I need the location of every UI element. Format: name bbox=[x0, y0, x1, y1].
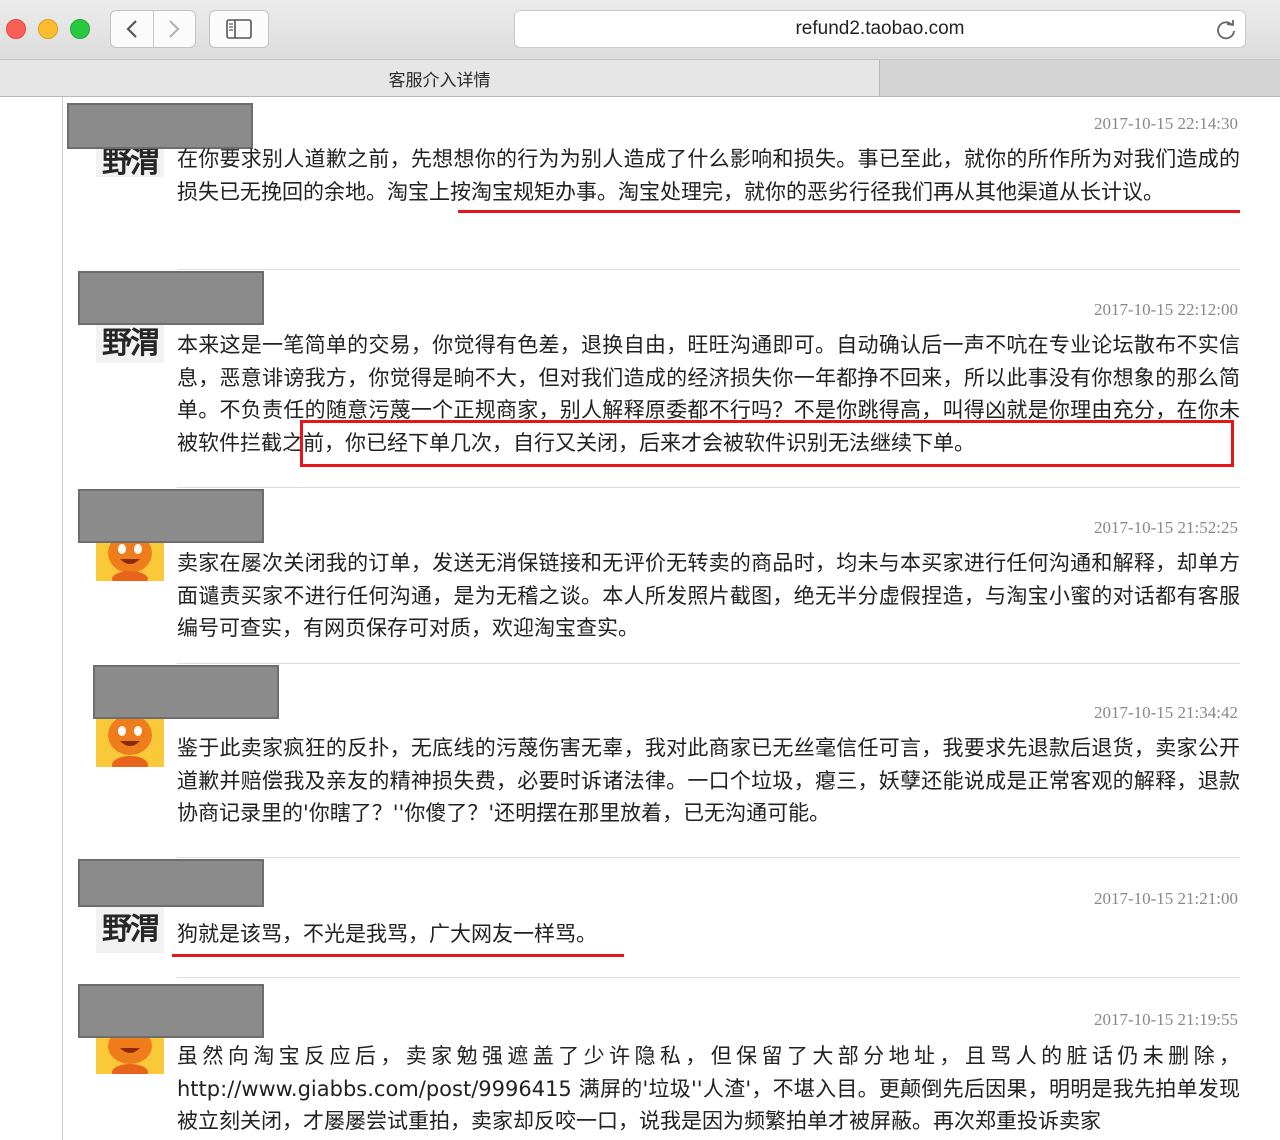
message-text: 鉴于此卖家疯狂的反扑，无底线的污蔑伤害无辜，我对此商家已无丝毫信任可言，我要求先… bbox=[177, 736, 1240, 825]
redacted-username bbox=[78, 984, 264, 1038]
message-text: 卖家在屡次关闭我的订单，发送无消保链接和无评价无转卖的商品时，均未与本买家进行任… bbox=[177, 551, 1240, 640]
cartoon-avatar bbox=[96, 719, 164, 767]
red-box-annotation bbox=[300, 420, 1234, 467]
seal-avatar: 野渭 bbox=[96, 907, 164, 953]
message-divider bbox=[177, 663, 1240, 664]
seal-avatar-glyph: 野渭 bbox=[102, 326, 160, 361]
cartoon-avatar bbox=[96, 1038, 164, 1074]
tab-title: 客服介入详情 bbox=[388, 70, 491, 91]
message-timestamp: 2017-10-15 22:14:30 bbox=[1093, 114, 1238, 133]
message-timestamp: 2017-10-15 22:12:00 bbox=[1093, 300, 1238, 319]
redacted-username bbox=[78, 489, 264, 543]
tab-refund-detail[interactable]: 客服介入详情 bbox=[0, 60, 880, 96]
message-text: 狗就是该骂，不光是我骂，广大网友一样骂。 bbox=[177, 922, 597, 946]
seal-avatar: 野渭 bbox=[96, 325, 164, 363]
red-underline-annotation bbox=[172, 954, 624, 957]
back-button[interactable] bbox=[111, 11, 153, 47]
sidebar-icon bbox=[226, 19, 252, 39]
close-window-button[interactable] bbox=[6, 19, 26, 39]
cartoon-face-icon bbox=[96, 719, 164, 767]
tab-bar: 客服介入详情 bbox=[0, 60, 1280, 97]
page-left-border bbox=[62, 97, 63, 1140]
message-text: 在你要求别人道歉之前，先想想你的行为为别人造成了什么影响和损失。事已至此，就你的… bbox=[177, 147, 1240, 204]
redacted-username bbox=[78, 271, 264, 325]
message-timestamp: 2017-10-15 21:19:55 bbox=[1093, 1010, 1238, 1029]
message-divider bbox=[177, 487, 1240, 488]
redacted-username bbox=[78, 859, 264, 907]
chevron-left-icon bbox=[126, 20, 137, 38]
message-timestamp: 2017-10-15 21:52:25 bbox=[1093, 518, 1238, 537]
redacted-username bbox=[93, 665, 279, 719]
message-timestamp: 2017-10-15 21:21:00 bbox=[1093, 889, 1238, 908]
red-underline-annotation bbox=[458, 210, 1240, 213]
minimize-window-button[interactable] bbox=[38, 19, 58, 39]
forward-button[interactable] bbox=[152, 11, 195, 47]
browser-toolbar: refund2.taobao.com bbox=[0, 0, 1280, 60]
cartoon-avatar bbox=[96, 543, 164, 581]
message-timestamp: 2017-10-15 21:34:42 bbox=[1093, 703, 1238, 722]
address-url: refund2.taobao.com bbox=[795, 18, 965, 39]
seal-avatar-glyph: 野渭 bbox=[102, 149, 160, 177]
navigation-buttons bbox=[110, 10, 196, 48]
reload-icon[interactable] bbox=[1215, 19, 1237, 41]
seal-avatar: 野渭 bbox=[96, 149, 164, 177]
cartoon-face-icon bbox=[96, 1038, 164, 1074]
message-divider bbox=[177, 977, 1240, 978]
address-bar[interactable]: refund2.taobao.com bbox=[514, 10, 1246, 48]
cartoon-face-icon bbox=[96, 543, 164, 581]
sidebar-toggle-button[interactable] bbox=[209, 10, 269, 48]
chevron-right-icon bbox=[169, 20, 181, 38]
message-divider bbox=[177, 269, 1240, 270]
message-divider bbox=[177, 857, 1240, 858]
seal-avatar-glyph: 野渭 bbox=[102, 912, 160, 947]
message-text: 虽然向淘宝反应后，卖家勉强遮盖了少许隐私，但保留了大部分地址，且骂人的脏话仍未删… bbox=[177, 1044, 1240, 1133]
zoom-window-button[interactable] bbox=[70, 19, 90, 39]
